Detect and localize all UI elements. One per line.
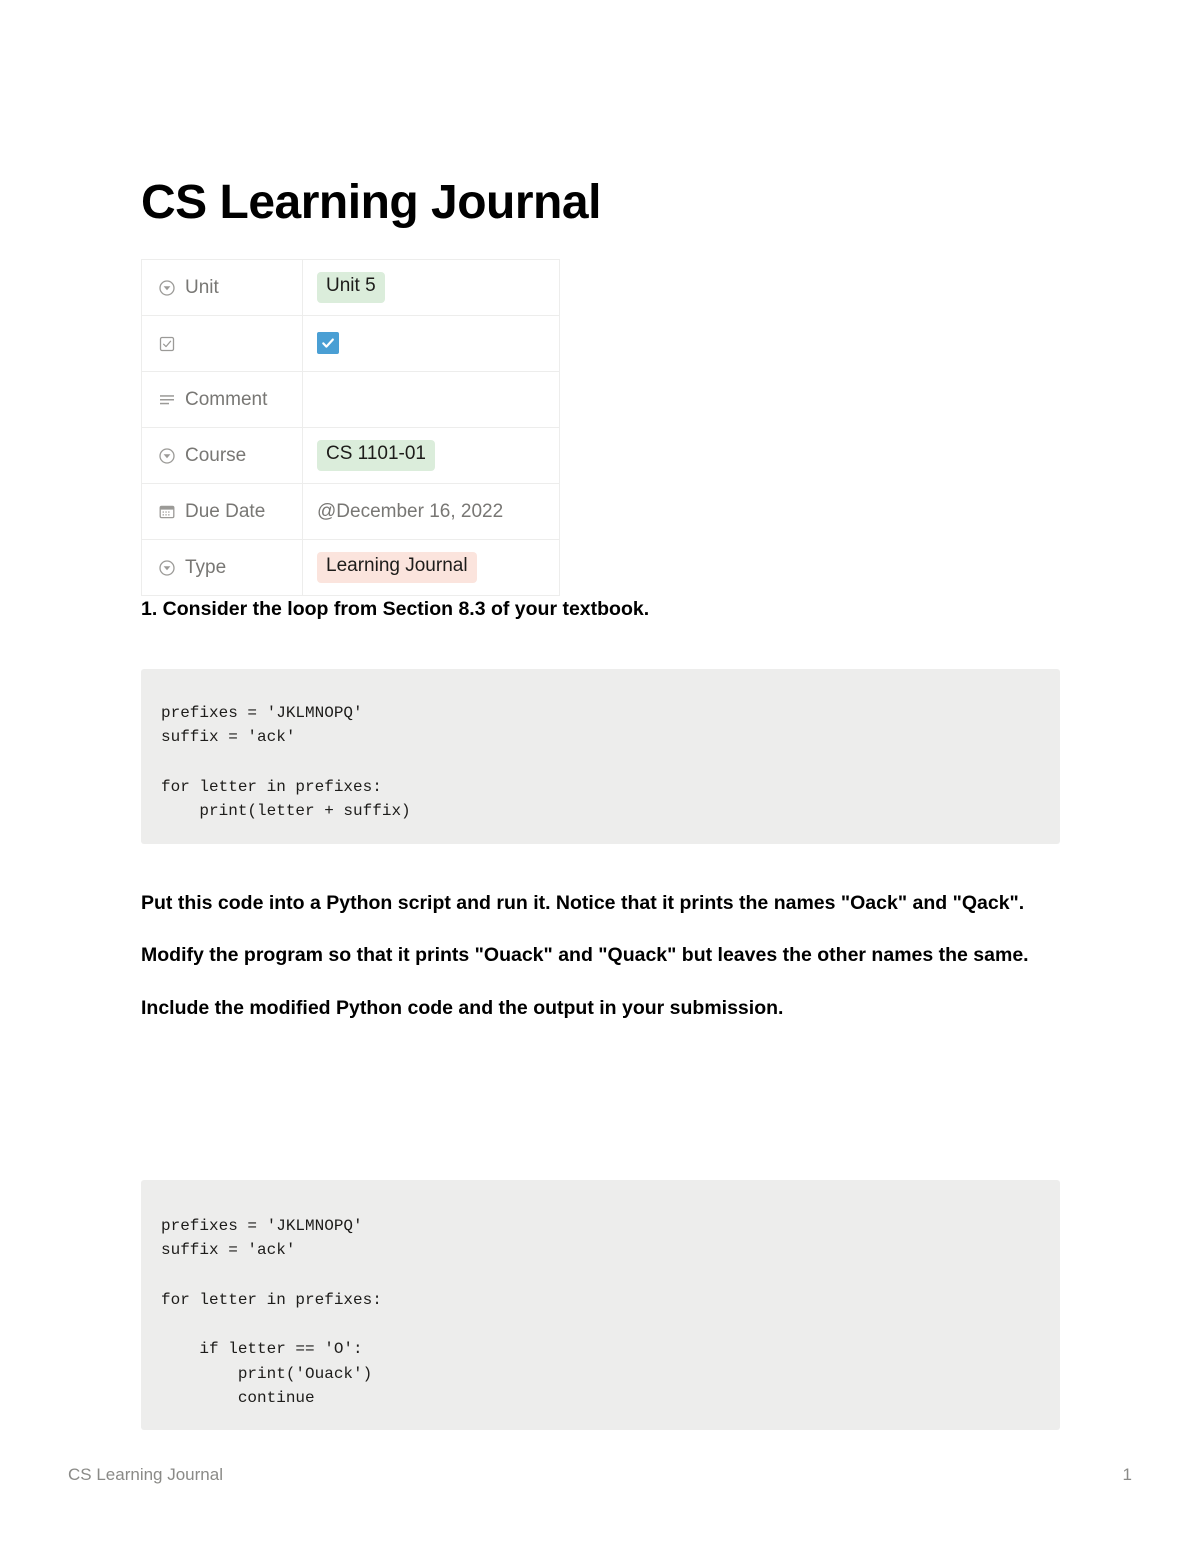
circle-chevron-down-icon — [158, 559, 176, 577]
property-key-cell-comment: Comment — [141, 371, 303, 428]
checkbox-icon — [158, 335, 176, 353]
property-label: Due Date — [185, 501, 266, 522]
table-row: Due Date @December 16, 2022 — [141, 483, 560, 540]
property-key-inner: Type — [158, 558, 294, 577]
footer-title: CS Learning Journal — [68, 1465, 223, 1484]
table-row — [141, 315, 560, 372]
document-body: 1. Consider the loop from Section 8.3 of… — [141, 592, 1060, 1446]
circle-chevron-down-icon — [158, 447, 176, 465]
property-key-cell-course: Course — [141, 427, 303, 484]
property-key-inner — [158, 335, 294, 353]
code-block-original: prefixes = 'JKLMNOPQ' suffix = 'ack' for… — [141, 668, 1060, 844]
property-key-cell-unit: Unit — [141, 259, 303, 316]
property-label: Comment — [185, 389, 268, 410]
properties-table: Unit Unit 5 Comment Course CS 1101-01 Du… — [141, 259, 560, 596]
calendar-icon — [158, 503, 176, 521]
property-value-cell-checkbox[interactable] — [302, 315, 560, 372]
table-row: Comment — [141, 371, 560, 428]
property-key-cell-checkbox — [141, 315, 303, 372]
status-badge[interactable]: Learning Journal — [317, 552, 477, 583]
property-label: Type — [185, 557, 227, 578]
table-row: Unit Unit 5 — [141, 259, 560, 316]
footer-page-number: 1 — [1122, 1465, 1132, 1484]
paragraph-2: Modify the program so that it prints "Ou… — [141, 944, 1029, 967]
checkbox-checked-control[interactable] — [317, 331, 339, 354]
property-value-cell-comment[interactable] — [302, 371, 560, 428]
property-label: Course — [185, 445, 247, 466]
property-value-cell-course[interactable]: CS 1101-01 — [302, 427, 560, 484]
circle-chevron-down-icon — [158, 279, 176, 297]
property-key-inner: Unit — [158, 278, 294, 297]
text-lines-icon — [158, 391, 176, 409]
code-block-modified: prefixes = 'JKLMNOPQ' suffix = 'ack' for… — [141, 1179, 1060, 1430]
property-value-cell-unit[interactable]: Unit 5 — [302, 259, 560, 316]
property-value-cell-type[interactable]: Learning Journal — [302, 539, 560, 596]
property-value-cell-due-date[interactable]: @December 16, 2022 — [302, 483, 560, 540]
status-badge[interactable]: CS 1101-01 — [317, 440, 435, 471]
status-badge[interactable]: Unit 5 — [317, 272, 385, 303]
paragraph-3: Include the modified Python code and the… — [141, 997, 784, 1020]
property-value-text: @December 16, 2022 — [317, 500, 504, 522]
property-key-inner: Comment — [158, 390, 294, 409]
document-page: CS Learning Journal Unit Unit 5 Comment … — [0, 0, 1200, 1553]
properties-table-body: Unit Unit 5 Comment Course CS 1101-01 Du… — [141, 259, 560, 596]
property-key-inner: Due Date — [158, 502, 294, 521]
table-row: Type Learning Journal — [141, 539, 560, 596]
check-icon — [322, 338, 334, 348]
paragraph-1: Put this code into a Python script and r… — [141, 891, 1025, 914]
page-title: CS Learning Journal — [141, 176, 601, 230]
table-row: Course CS 1101-01 — [141, 427, 560, 484]
property-label: Unit — [185, 277, 219, 298]
page-footer: CS Learning Journal 1 — [68, 1465, 1132, 1485]
question-heading: 1. Consider the loop from Section 8.3 of… — [141, 598, 650, 620]
property-key-cell-due-date: Due Date — [141, 483, 303, 540]
property-key-cell-type: Type — [141, 539, 303, 596]
property-key-inner: Course — [158, 446, 294, 465]
